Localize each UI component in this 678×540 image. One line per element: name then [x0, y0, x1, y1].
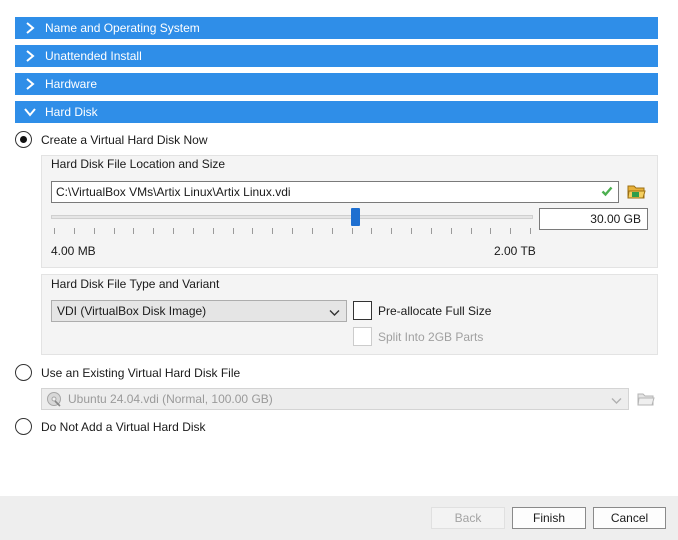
location-size-group-title: Hard Disk File Location and Size: [51, 157, 226, 171]
section-unattended-install[interactable]: Unattended Install: [15, 45, 658, 67]
section-label: Unattended Install: [45, 49, 142, 63]
chevron-down-icon: [15, 107, 45, 117]
slider-tick: [74, 228, 75, 234]
folder-icon[interactable]: [637, 390, 655, 408]
existing-disk-select[interactable]: Ubuntu 24.04.vdi (Normal, 100.00 GB): [41, 388, 629, 410]
existing-disk-label: Use an Existing Virtual Hard Disk File: [41, 366, 241, 380]
radio-selected-dot: [19, 135, 27, 143]
slider-tick: [213, 228, 214, 234]
chevron-down-icon: [611, 394, 622, 408]
slider-tick: [510, 228, 511, 234]
size-max-label: 2.00 TB: [494, 244, 536, 258]
slider-tick: [391, 228, 392, 234]
split-label: Split Into 2GB Parts: [378, 330, 484, 344]
chevron-right-icon: [15, 22, 45, 34]
slider-tick: [292, 228, 293, 234]
slider-tick: [352, 228, 353, 234]
slider-tick: [312, 228, 313, 234]
slider-tick: [530, 228, 531, 234]
size-min-label: 4.00 MB: [51, 244, 96, 258]
disk-type-value: VDI (VirtualBox Disk Image): [57, 304, 207, 318]
section-hard-disk[interactable]: Hard Disk: [15, 101, 658, 123]
slider-tick: [332, 228, 333, 234]
section-label: Hard Disk: [45, 105, 98, 119]
no-disk-label: Do Not Add a Virtual Hard Disk: [41, 420, 206, 434]
section-label: Name and Operating System: [45, 21, 200, 35]
slider-tick: [252, 228, 253, 234]
slider-tick: [490, 228, 491, 234]
slider-tick: [371, 228, 372, 234]
disk-path-input[interactable]: C:\VirtualBox VMs\Artix Linux\Artix Linu…: [51, 181, 619, 203]
cancel-button[interactable]: Cancel: [593, 507, 666, 529]
create-disk-label: Create a Virtual Hard Disk Now: [41, 133, 208, 147]
slider-tick: [173, 228, 174, 234]
slider-tick: [193, 228, 194, 234]
chevron-down-icon: [329, 306, 340, 320]
check-icon: [601, 185, 613, 200]
slider-tick: [451, 228, 452, 234]
existing-disk-radio[interactable]: [15, 364, 32, 381]
type-variant-group-title: Hard Disk File Type and Variant: [51, 277, 220, 291]
slider-tick: [272, 228, 273, 234]
preallocate-checkbox[interactable]: [353, 301, 372, 320]
slider-tick: [94, 228, 95, 234]
section-name-and-os[interactable]: Name and Operating System: [15, 17, 658, 39]
folder-icon[interactable]: [627, 182, 646, 201]
hard-disk-icon: [46, 391, 62, 407]
chevron-right-icon: [15, 50, 45, 62]
section-hardware[interactable]: Hardware: [15, 73, 658, 95]
disk-size-slider-handle[interactable]: [350, 208, 360, 226]
disk-size-input[interactable]: 30.00 GB: [539, 208, 648, 230]
slider-tick: [153, 228, 154, 234]
disk-size-slider-track[interactable]: [51, 215, 533, 219]
slider-tick: [114, 228, 115, 234]
disk-type-select[interactable]: VDI (VirtualBox Disk Image): [51, 300, 347, 322]
chevron-right-icon: [15, 78, 45, 90]
no-disk-radio[interactable]: [15, 418, 32, 435]
slider-tick: [471, 228, 472, 234]
finish-button[interactable]: Finish: [512, 507, 586, 529]
slider-tick: [431, 228, 432, 234]
disk-size-value: 30.00 GB: [590, 212, 641, 226]
slider-tick: [54, 228, 55, 234]
create-disk-radio[interactable]: [15, 131, 32, 148]
back-button[interactable]: Back: [431, 507, 505, 529]
slider-tick: [233, 228, 234, 234]
existing-disk-value: Ubuntu 24.04.vdi (Normal, 100.00 GB): [68, 392, 273, 406]
section-label: Hardware: [45, 77, 98, 91]
preallocate-label: Pre-allocate Full Size: [378, 304, 492, 318]
slider-tick: [133, 228, 134, 234]
split-checkbox[interactable]: [353, 327, 372, 346]
disk-path-value: C:\VirtualBox VMs\Artix Linux\Artix Linu…: [56, 185, 291, 199]
slider-tick: [411, 228, 412, 234]
